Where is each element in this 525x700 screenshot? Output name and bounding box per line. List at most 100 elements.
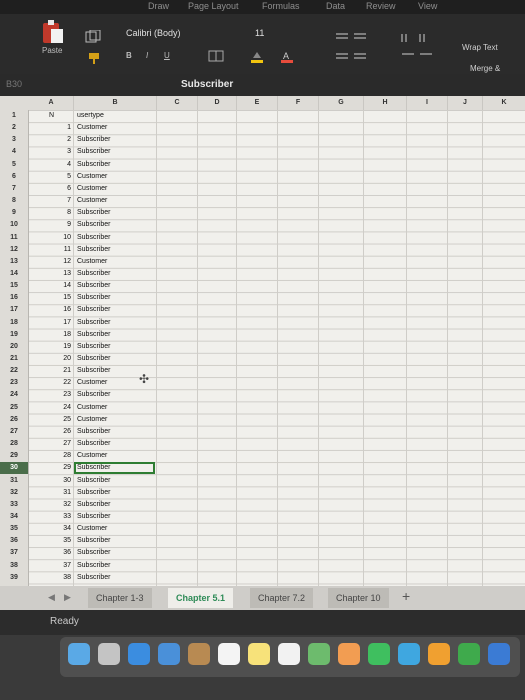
row-header[interactable]: 36: [0, 535, 28, 547]
cell-a[interactable]: 20: [29, 353, 73, 365]
row-header[interactable]: 31: [0, 475, 28, 487]
cell-a[interactable]: 21: [29, 365, 73, 377]
cell-a[interactable]: 13: [29, 268, 73, 280]
cell-a[interactable]: 8: [29, 207, 73, 219]
cell-a[interactable]: 37: [29, 560, 73, 572]
name-box[interactable]: B30: [6, 79, 22, 89]
cell-b[interactable]: Subscriber: [75, 292, 155, 304]
row-header[interactable]: 15: [0, 280, 28, 292]
cell-b[interactable]: Subscriber: [75, 438, 155, 450]
pages-icon[interactable]: [428, 643, 450, 665]
finder-icon[interactable]: [68, 643, 90, 665]
cell-a[interactable]: 32: [29, 499, 73, 511]
indent-icon[interactable]: [400, 30, 440, 66]
row-header[interactable]: 23: [0, 377, 28, 389]
add-sheet-button[interactable]: +: [402, 588, 410, 604]
row-header[interactable]: 24: [0, 389, 28, 401]
cell-a[interactable]: 28: [29, 450, 73, 462]
cell-a[interactable]: 7: [29, 195, 73, 207]
tab-view[interactable]: View: [418, 1, 437, 11]
cell-b[interactable]: Subscriber: [75, 329, 155, 341]
cell-a[interactable]: 1: [29, 122, 73, 134]
row-header[interactable]: 2: [0, 122, 28, 134]
cell-b[interactable]: Customer: [75, 195, 155, 207]
cell-a[interactable]: 23: [29, 389, 73, 401]
cell-a[interactable]: 10: [29, 232, 73, 244]
row-header[interactable]: 39: [0, 572, 28, 584]
column-header-f[interactable]: F: [278, 96, 319, 110]
tab-formulas[interactable]: Formulas: [262, 1, 300, 11]
cell-a[interactable]: 25: [29, 414, 73, 426]
row-header[interactable]: 20: [0, 341, 28, 353]
cell-b[interactable]: Subscriber: [75, 499, 155, 511]
row-header[interactable]: 28: [0, 438, 28, 450]
formula-value[interactable]: Subscriber: [181, 79, 233, 90]
cell-area[interactable]: N usertype ✣ 1 Customer 2 Subscriber 3 Subscr…: [29, 110, 525, 586]
cell-b[interactable]: Subscriber: [75, 572, 155, 584]
cell-a[interactable]: 30: [29, 475, 73, 487]
row-header[interactable]: 33: [0, 499, 28, 511]
reminders-icon[interactable]: [278, 643, 300, 665]
cell-b[interactable]: Subscriber: [75, 560, 155, 572]
row-header[interactable]: 38: [0, 560, 28, 572]
cell-b[interactable]: Customer: [75, 183, 155, 195]
cell-a[interactable]: 17: [29, 317, 73, 329]
facetime-icon[interactable]: [368, 643, 390, 665]
prev-sheet-icon[interactable]: ◀: [48, 592, 55, 603]
cell-b[interactable]: Customer: [75, 377, 155, 389]
cell-a[interactable]: 18: [29, 329, 73, 341]
column-header-i[interactable]: I: [407, 96, 448, 110]
column-header-j[interactable]: J: [448, 96, 483, 110]
fill-color-icon[interactable]: [250, 50, 264, 64]
numbers-icon[interactable]: [458, 643, 480, 665]
alignment-icon[interactable]: [334, 30, 374, 66]
row-header[interactable]: 4: [0, 146, 28, 158]
borders-icon[interactable]: [208, 50, 224, 62]
row-header[interactable]: 3: [0, 134, 28, 146]
row-header[interactable]: 17: [0, 304, 28, 316]
row-header[interactable]: 35: [0, 523, 28, 535]
column-header-b[interactable]: B: [74, 96, 157, 110]
row-header[interactable]: 29: [0, 450, 28, 462]
cell-b[interactable]: Customer: [75, 450, 155, 462]
row-header[interactable]: 30: [0, 462, 28, 475]
cell-b[interactable]: Subscriber: [75, 219, 155, 231]
row-header[interactable]: 1: [0, 110, 28, 122]
row-header[interactable]: 12: [0, 244, 28, 256]
cell-b[interactable]: Subscriber: [75, 232, 155, 244]
sheet-tab-chapter-7-2[interactable]: Chapter 7.2: [250, 588, 314, 608]
cell-b[interactable]: Subscriber: [75, 159, 155, 171]
cell-b[interactable]: Customer: [75, 523, 155, 535]
tab-page-layout[interactable]: Page Layout: [188, 1, 239, 11]
cell-a[interactable]: 26: [29, 426, 73, 438]
cell-b[interactable]: Subscriber: [75, 268, 155, 280]
row-header[interactable]: 25: [0, 402, 28, 414]
row-header[interactable]: 9: [0, 207, 28, 219]
cell-b1[interactable]: usertype: [75, 110, 155, 122]
cell-b[interactable]: Customer: [75, 402, 155, 414]
cell-b[interactable]: Subscriber: [75, 280, 155, 292]
sheet-tab-chapter-10[interactable]: Chapter 10: [328, 588, 389, 608]
cell-a[interactable]: 19: [29, 341, 73, 353]
row-header[interactable]: 19: [0, 329, 28, 341]
row-header[interactable]: 10: [0, 219, 28, 231]
tab-review[interactable]: Review: [366, 1, 396, 11]
cell-b[interactable]: Customer: [75, 256, 155, 268]
cell-b[interactable]: Subscriber: [75, 475, 155, 487]
cell-b[interactable]: Subscriber: [75, 426, 155, 438]
row-header[interactable]: 26: [0, 414, 28, 426]
cell-a[interactable]: 6: [29, 183, 73, 195]
copy-icon[interactable]: [84, 30, 104, 44]
cell-a[interactable]: 4: [29, 159, 73, 171]
row-header[interactable]: 18: [0, 317, 28, 329]
column-header-c[interactable]: C: [157, 96, 198, 110]
maps-icon[interactable]: [308, 643, 330, 665]
tab-draw[interactable]: Draw: [148, 1, 169, 11]
cell-b[interactable]: Subscriber: [75, 365, 155, 377]
cell-b[interactable]: Subscriber: [75, 389, 155, 401]
column-header-h[interactable]: H: [364, 96, 407, 110]
spreadsheet-grid[interactable]: A B C D E F G H I J K 1 2 3 4 5 6 7 8 9 10 11 12 13 1…: [0, 96, 525, 586]
cell-a[interactable]: 12: [29, 256, 73, 268]
column-header-d[interactable]: D: [198, 96, 237, 110]
cell-a[interactable]: 14: [29, 280, 73, 292]
